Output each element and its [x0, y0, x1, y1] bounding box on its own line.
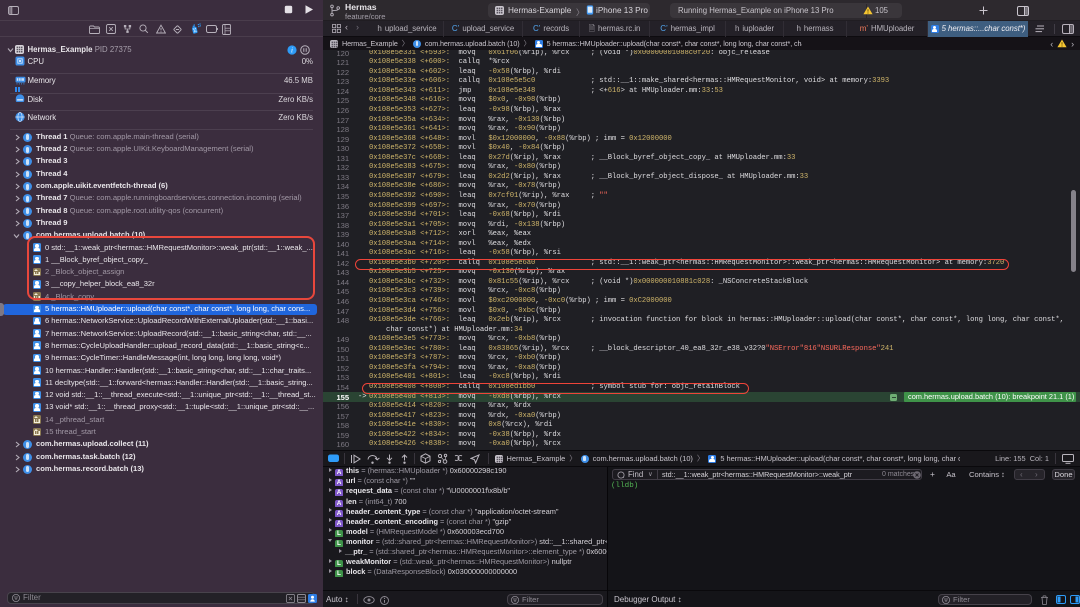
svg-text:i: i: [291, 46, 293, 54]
